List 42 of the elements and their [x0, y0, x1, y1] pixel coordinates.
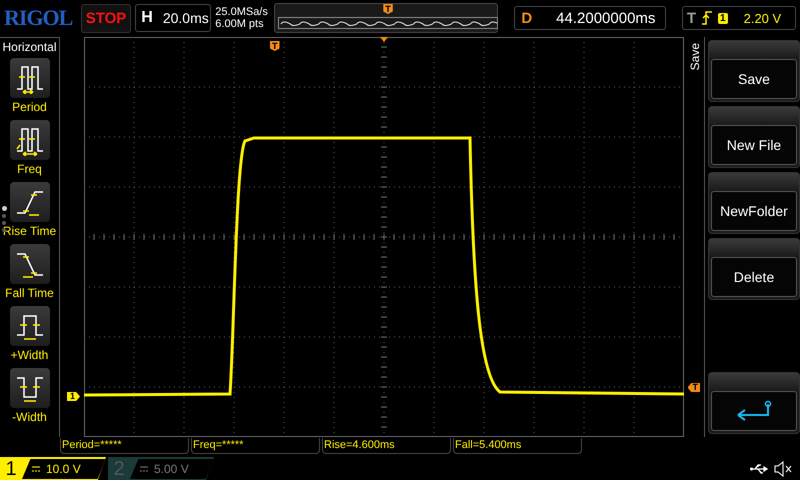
menu-button[interactable]: Delete [708, 238, 800, 300]
trigger-label: T [686, 10, 696, 26]
measurement-readout: Fall=5.400ms [453, 438, 582, 454]
trigger-level: 2.20 V [744, 10, 782, 26]
channel-number: 1 [4, 458, 18, 480]
channel-scale: 10.0 V [46, 462, 81, 476]
memory-depth: 6.00M pts [215, 18, 265, 30]
brand-logo: RIGOL [4, 5, 74, 31]
trigger-marker: T [270, 41, 280, 51]
measurement-readout: Rise=4.600ms [322, 438, 451, 454]
menu-button[interactable]: New File [708, 106, 800, 168]
menu-button[interactable]: NewFolder [708, 172, 800, 234]
usb-icon [750, 463, 770, 475]
sample-rate: 25.0MSa/s [215, 6, 269, 18]
trigger-level-marker[interactable]: T [688, 383, 700, 392]
channel-scale: 5.00 V [154, 462, 189, 476]
measurement-readout: Period=***** [60, 438, 189, 454]
mute-icon [774, 461, 792, 477]
menu-title: Save [688, 43, 702, 70]
menu-title: Horizontal [2, 40, 57, 54]
waveform-overview-icon [278, 17, 498, 29]
delay-box[interactable]: D 44.2000000ms [514, 6, 666, 30]
timebase-value: 20.0ms [162, 10, 209, 26]
rising-edge-icon [702, 11, 712, 25]
timebase-label: H [141, 9, 153, 27]
dc-coupling-icon [32, 466, 40, 472]
channel-marker[interactable]: 1 [67, 392, 80, 401]
trigger-marker: T [383, 4, 393, 14]
trigger-source: 1 [718, 12, 728, 24]
run-state-button[interactable]: STOP [80, 4, 132, 32]
menu-button[interactable]: Save [708, 40, 800, 102]
trigger-position-icon [380, 37, 388, 42]
delay-label: D [521, 10, 532, 26]
measurement-readout: Freq=***** [191, 438, 320, 454]
channel-tab[interactable]: 1 10.0 V [0, 457, 106, 480]
trigger-box[interactable]: T 1 2.20 V [682, 6, 796, 30]
delay-value: 44.2000000ms [556, 10, 656, 26]
back-button[interactable] [708, 372, 800, 434]
timebase-box[interactable]: H 20.0ms [135, 4, 212, 32]
channel-number: 2 [112, 458, 126, 480]
channel-tab[interactable]: 2 5.00 V [108, 457, 214, 480]
dc-coupling-icon [140, 466, 148, 472]
